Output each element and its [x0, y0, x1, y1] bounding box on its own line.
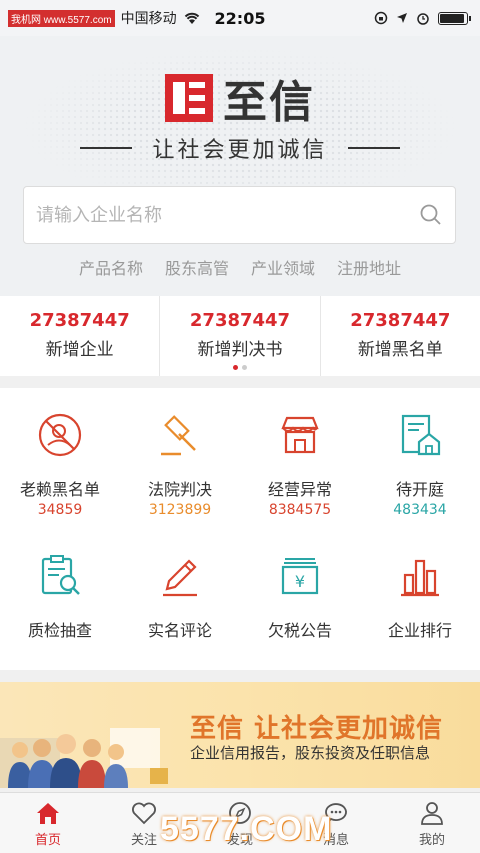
wifi-icon	[184, 12, 199, 24]
grid-item-quality-inspection[interactable]: 质检抽查	[0, 529, 120, 670]
grid-item-tax-arrears[interactable]: ¥ 欠税公告	[240, 529, 360, 670]
location-icon	[397, 13, 407, 23]
stat-value: 27387447	[189, 310, 291, 331]
tax-icon: ¥	[281, 558, 319, 595]
court-icon	[401, 414, 441, 456]
grid-count: 3123899	[148, 502, 212, 518]
watermark-bottom: 5577.COM	[160, 810, 333, 848]
banner-subtitle: 企业信用报告，股东投资及任职信息	[190, 744, 431, 762]
carrier-label: 中国移动	[120, 11, 177, 27]
feature-grid: 老赖黑名单 34859 法院判决 3123899 经营异常 8384575 待开…	[0, 388, 480, 670]
search-icon[interactable]	[419, 203, 443, 227]
tab-home[interactable]: 首页	[0, 793, 96, 853]
stat-new-judgments[interactable]: 27387447 新增判决书	[159, 296, 319, 376]
filter-shareholder[interactable]: 股东高管	[165, 255, 229, 279]
grid-count: 8384575	[268, 502, 332, 518]
stat-label: 新增判决书	[197, 340, 283, 360]
search-box[interactable]	[23, 186, 456, 244]
stats-carousel[interactable]: 27387447 新增企业 27387447 新增判决书 27387447 新增…	[0, 296, 480, 376]
status-bar: 我机网 www.5577.com 中国移动 22:05	[0, 0, 480, 36]
stat-new-blacklist[interactable]: 27387447 新增黑名单	[319, 296, 480, 376]
business-people-illustration	[0, 728, 168, 788]
header: 至信 让社会更加诚信 产品名称 股东高管 产业领域 注册地址	[0, 36, 480, 296]
logo-mark-icon	[165, 74, 213, 122]
stat-new-companies[interactable]: 27387447 新增企业	[0, 296, 159, 376]
battery-icon	[438, 11, 471, 25]
banner-title: 至信 让社会更加诚信	[190, 714, 444, 744]
blacklist-icon	[38, 413, 82, 457]
alarm-icon	[417, 13, 429, 25]
ranking-icon	[401, 559, 439, 597]
stat-value: 27387447	[29, 310, 130, 331]
grid-label: 老赖黑名单	[19, 480, 100, 499]
slogan: 让社会更加诚信	[0, 132, 480, 164]
promo-banner[interactable]: 至信 让社会更加诚信 企业信用报告，股东投资及任职信息	[0, 682, 480, 788]
grid-label: 法院判决	[147, 480, 212, 499]
quick-filters: 产品名称 股东高管 产业领域 注册地址	[0, 255, 480, 279]
svg-text:¥: ¥	[295, 572, 305, 591]
user-icon	[421, 802, 443, 825]
slogan-text: 让社会更加诚信	[152, 138, 328, 163]
tab-label: 我的	[418, 833, 445, 848]
grid-item-real-name-review[interactable]: 实名评论	[120, 529, 240, 670]
page-indicator	[0, 365, 480, 370]
grid-count: 34859	[37, 502, 83, 518]
filter-industry[interactable]: 产业领域	[251, 255, 315, 279]
tab-label: 关注	[130, 833, 157, 848]
app-logo: 至信	[0, 66, 480, 130]
grid-item-pending-hearing[interactable]: 待开庭 483434	[360, 388, 480, 529]
grid-label: 质检抽查	[27, 621, 92, 640]
heart-icon	[132, 802, 156, 825]
watermark-label: 我机网 www.5577.com	[8, 9, 115, 27]
logo-text: 至信	[223, 77, 315, 128]
grid-item-ranking[interactable]: 企业排行	[360, 529, 480, 670]
shop-icon	[281, 416, 319, 454]
inspection-icon	[41, 555, 80, 595]
grid-label: 企业排行	[387, 621, 452, 640]
stat-value: 27387447	[350, 310, 451, 331]
stat-label: 新增企业	[45, 340, 114, 360]
filter-address[interactable]: 注册地址	[337, 255, 401, 279]
grid-label: 经营异常	[267, 480, 332, 499]
tab-profile[interactable]: 我的	[384, 793, 480, 853]
search-input[interactable]	[36, 204, 419, 226]
home-icon	[37, 803, 59, 824]
grid-label: 待开庭	[395, 480, 444, 499]
tab-label: 首页	[34, 833, 61, 848]
grid-item-court-judgment[interactable]: 法院判决 3123899	[120, 388, 240, 529]
grid-label: 实名评论	[147, 621, 212, 640]
grid-item-abnormal-operation[interactable]: 经营异常 8384575	[240, 388, 360, 529]
grid-item-blacklist[interactable]: 老赖黑名单 34859	[0, 388, 120, 529]
rotation-lock-icon	[374, 11, 388, 25]
gavel-icon	[161, 415, 196, 456]
pencil-icon	[163, 559, 197, 597]
filter-product-name[interactable]: 产品名称	[79, 255, 143, 279]
grid-label: 欠税公告	[267, 621, 332, 640]
grid-count: 483434	[393, 502, 447, 518]
stat-label: 新增黑名单	[357, 340, 443, 360]
